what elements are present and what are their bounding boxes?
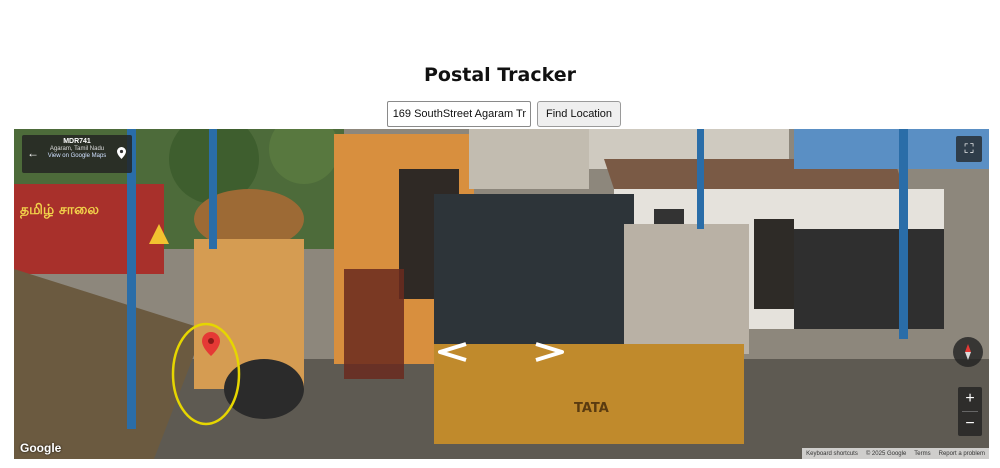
street-view-panorama[interactable]: தமிழ் சாலை TATA ← MDR741 Agaram, Tamil N… (14, 129, 989, 459)
map-pin-icon[interactable] (117, 146, 126, 164)
navigate-right-arrow-icon[interactable] (532, 341, 568, 363)
view-on-google-maps-link[interactable]: View on Google Maps (40, 153, 114, 159)
page-title: Postal Tracker (423, 64, 577, 86)
street-scene-image: தமிழ் சாலை TATA (14, 129, 989, 459)
copyright-text: © 2025 Google (865, 450, 907, 457)
location-info-card: ← MDR741 Agaram, Tamil Nadu View on Goog… (22, 135, 132, 173)
navigate-left-arrow-icon[interactable] (434, 341, 470, 363)
google-logo: Google (20, 441, 62, 455)
zoom-out-button[interactable]: − (958, 412, 982, 436)
wall-sign-text: தமிழ் சாலை (20, 202, 99, 219)
location-subtitle: Agaram, Tamil Nadu (49, 146, 105, 152)
keyboard-shortcuts-link[interactable]: Keyboard shortcuts (806, 451, 858, 457)
search-row: Find Location (387, 101, 622, 127)
zoom-control: + − (958, 387, 982, 436)
address-input[interactable] (387, 101, 531, 127)
find-location-button[interactable]: Find Location (537, 101, 622, 127)
truck-brand-text: TATA (574, 401, 609, 416)
back-arrow-icon[interactable]: ← (27, 146, 39, 160)
fullscreen-button[interactable]: ⛶ (956, 136, 982, 162)
zoom-in-button[interactable]: + (958, 387, 982, 411)
terms-link[interactable]: Terms (914, 451, 930, 457)
info-card-text: MDR741 Agaram, Tamil Nadu View on Google… (40, 138, 114, 159)
report-problem-link[interactable]: Report a problem (939, 451, 985, 457)
compass-icon[interactable] (953, 337, 983, 367)
fullscreen-icon: ⛶ (964, 141, 974, 156)
location-title: MDR741 (63, 138, 91, 145)
map-footer: Keyboard shortcuts © 2025 Google Terms R… (802, 448, 989, 459)
